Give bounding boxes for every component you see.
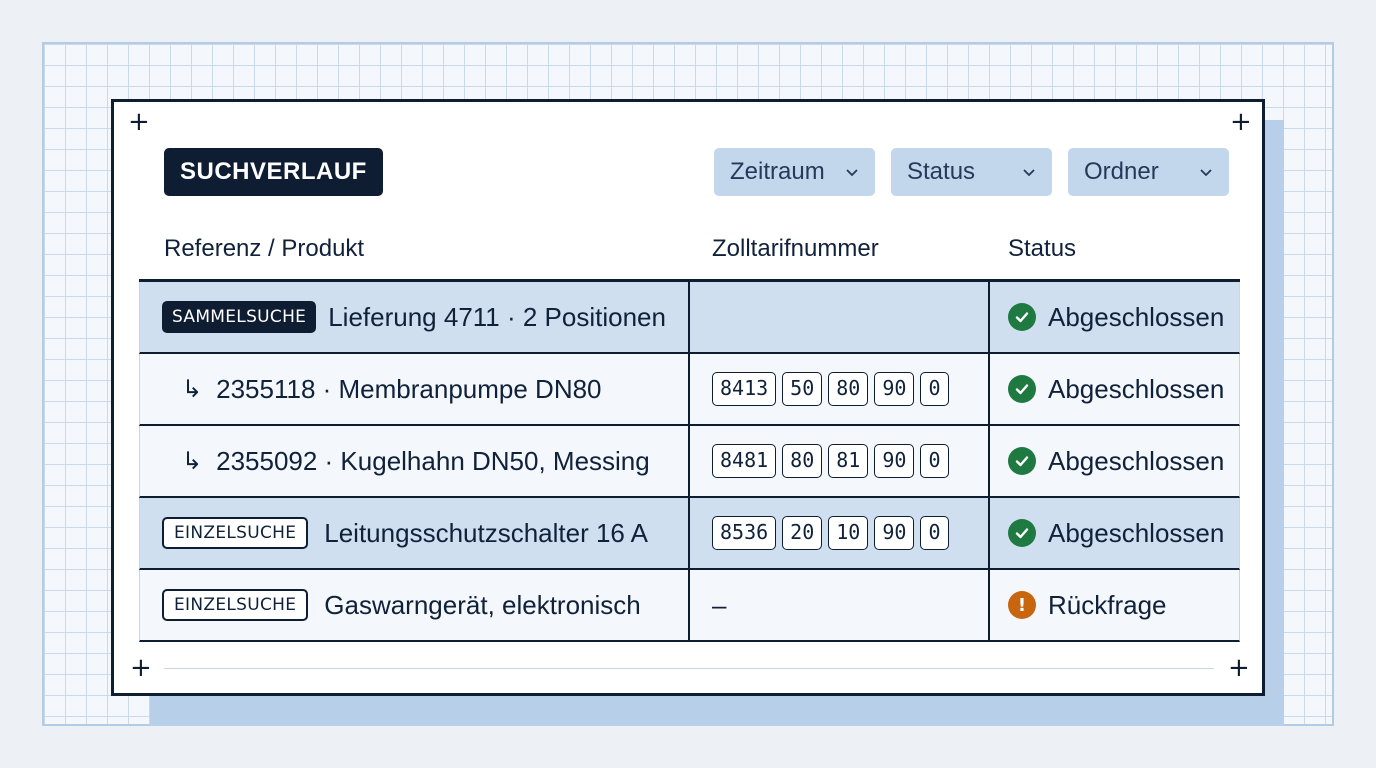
- tariff-segment: 10: [828, 516, 869, 550]
- reference-cell: ↳ 2355118 · Membranpumpe DN80: [140, 354, 690, 424]
- tariff-cell: 8481 80 81 90 0: [690, 426, 990, 496]
- status-cell: Abgeschlossen: [990, 282, 1239, 352]
- filter-dropdown-ordner[interactable]: Ordner: [1068, 148, 1229, 196]
- check-circle-icon: [1008, 303, 1036, 331]
- single-search-tag: EINZELSUCHE: [162, 517, 309, 549]
- tariff-code: 8413 50 80 90 0: [712, 372, 955, 406]
- check-circle-icon: [1008, 519, 1036, 547]
- page-title: SUCHVERLAUF: [164, 148, 383, 196]
- tariff-segment: 0: [920, 372, 949, 406]
- status-text: Rückfrage: [1048, 589, 1167, 620]
- tariff-segment: 8536: [712, 516, 777, 550]
- filter-dropdown-zeitraum[interactable]: Zeitraum: [714, 148, 875, 196]
- tariff-segment: 80: [828, 372, 869, 406]
- corner-crosshair-icon: +: [128, 107, 150, 137]
- reference-cell: EINZELSUCHE Gaswarngerät, elektronisch: [140, 570, 690, 640]
- tariff-segment: 0: [920, 516, 949, 550]
- tariff-cell: –: [690, 570, 990, 640]
- reference-text: Lieferung 4711 · 2 Positionen: [328, 301, 666, 332]
- tariff-cell: 8413 50 80 90 0: [690, 354, 990, 424]
- tariff-cell: [690, 282, 990, 352]
- reference-cell: ↳ 2355092 · Kugelhahn DN50, Messing: [140, 426, 690, 496]
- status-text: Abgeschlossen: [1048, 517, 1225, 548]
- table-row[interactable]: SAMMELSUCHE Lieferung 4711 · 2 Positione…: [139, 282, 1240, 354]
- column-header-status[interactable]: Status: [1008, 235, 1076, 263]
- tariff-segment: 81: [828, 444, 869, 478]
- single-search-tag: EINZELSUCHE: [162, 589, 309, 621]
- reference-text: 2355118 · Membranpumpe DN80: [216, 373, 602, 404]
- tariff-placeholder: –: [712, 589, 727, 620]
- tariff-code: 8536 20 10 90 0: [712, 516, 955, 550]
- column-header-tariff[interactable]: Zolltarifnummer: [712, 235, 879, 263]
- search-history-card: + + + + SUCHVERLAUF Zeitraum Status Ordn…: [111, 99, 1265, 696]
- table-row[interactable]: EINZELSUCHE Gaswarngerät, elektronisch –…: [139, 570, 1240, 642]
- chevron-down-icon: [846, 169, 858, 177]
- reference-text: 2355092 · Kugelhahn DN50, Messing: [216, 445, 650, 476]
- status-cell: Abgeschlossen: [990, 354, 1239, 424]
- table-row[interactable]: ↳ 2355118 · Membranpumpe DN80 8413 50 80…: [139, 354, 1240, 426]
- filter-label: Zeitraum: [730, 158, 825, 185]
- filter-dropdown-status[interactable]: Status: [891, 148, 1052, 196]
- tariff-segment: 20: [782, 516, 823, 550]
- status-text: Abgeschlossen: [1048, 301, 1225, 332]
- filter-label: Status: [907, 158, 976, 185]
- footer-divider: [164, 668, 1214, 669]
- corner-crosshair-icon: +: [130, 653, 152, 683]
- check-circle-icon: [1008, 447, 1036, 475]
- table-row[interactable]: EINZELSUCHE Leitungsschutzschalter 16 A …: [139, 498, 1240, 570]
- status-cell: Abgeschlossen: [990, 426, 1239, 496]
- tariff-cell: 8536 20 10 90 0: [690, 498, 990, 568]
- tariff-segment: 90: [874, 516, 915, 550]
- status-cell: ! Rückfrage: [990, 570, 1239, 640]
- reference-text: Gaswarngerät, elektronisch: [324, 589, 641, 620]
- child-arrow-icon: ↳: [182, 447, 203, 475]
- filter-label: Ordner: [1084, 158, 1159, 185]
- reference-cell: SAMMELSUCHE Lieferung 4711 · 2 Positione…: [140, 282, 690, 352]
- batch-search-tag: SAMMELSUCHE: [162, 301, 317, 333]
- tariff-segment: 0: [920, 444, 949, 478]
- tariff-segment: 80: [782, 444, 823, 478]
- reference-text: Leitungsschutzschalter 16 A: [324, 517, 649, 548]
- status-cell: Abgeschlossen: [990, 498, 1239, 568]
- chevron-down-icon: [1023, 169, 1035, 177]
- corner-crosshair-icon: +: [1230, 107, 1252, 137]
- tariff-segment: 8413: [712, 372, 777, 406]
- exclamation-circle-icon: !: [1008, 591, 1036, 619]
- corner-crosshair-icon: +: [1228, 653, 1250, 683]
- tariff-segment: 90: [874, 372, 915, 406]
- check-circle-icon: [1008, 375, 1036, 403]
- tariff-segment: 8481: [712, 444, 777, 478]
- tariff-code: 8481 80 81 90 0: [712, 444, 955, 478]
- reference-cell: EINZELSUCHE Leitungsschutzschalter 16 A: [140, 498, 690, 568]
- column-header-reference[interactable]: Referenz / Produkt: [164, 235, 364, 263]
- status-text: Abgeschlossen: [1048, 445, 1225, 476]
- child-arrow-icon: ↳: [182, 375, 203, 403]
- status-text: Abgeschlossen: [1048, 373, 1225, 404]
- search-history-table: SAMMELSUCHE Lieferung 4711 · 2 Positione…: [139, 279, 1240, 642]
- table-row[interactable]: ↳ 2355092 · Kugelhahn DN50, Messing 8481…: [139, 426, 1240, 498]
- tariff-segment: 90: [874, 444, 915, 478]
- tariff-segment: 50: [782, 372, 823, 406]
- chevron-down-icon: [1200, 169, 1212, 177]
